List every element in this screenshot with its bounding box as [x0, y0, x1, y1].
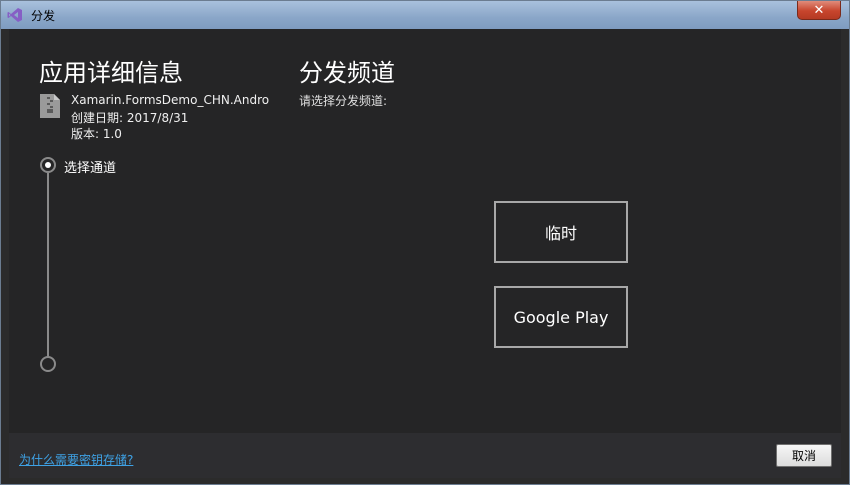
main-panel: 应用详细信息 Xamarin.FormsDemo_CHN.Android 创建日… [9, 29, 841, 433]
cancel-button[interactable]: 取消 [776, 444, 832, 467]
channel-prompt: 请选择分发频道: [299, 94, 388, 108]
google-play-channel-button[interactable]: Google Play [494, 286, 628, 348]
step-indicator-inactive [40, 356, 56, 372]
footer-bar: 为什么需要密钥存储? 取消 [9, 433, 841, 478]
keystore-help-link[interactable]: 为什么需要密钥存储? [19, 451, 133, 468]
app-package-name: Xamarin.FormsDemo_CHN.Android [71, 93, 269, 107]
step-connector-line [47, 173, 49, 357]
ad-hoc-channel-button[interactable]: 临时 [494, 201, 628, 263]
title-bar[interactable]: 分发 ✕ [1, 1, 849, 29]
window-title: 分发 [31, 9, 56, 23]
app-details-heading: 应用详细信息 [39, 59, 183, 87]
app-version: 版本: 1.0 [71, 127, 122, 141]
step-indicator-active [40, 157, 56, 173]
visual-studio-icon [7, 8, 22, 22]
channel-heading: 分发频道 [299, 59, 395, 87]
file-zip-icon [40, 94, 60, 118]
dialog-client: 应用详细信息 Xamarin.FormsDemo_CHN.Android 创建日… [9, 29, 841, 478]
distribute-window: 分发 ✕ 应用详细信息 Xamarin.FormsDemo_CHN.Androi… [0, 0, 850, 485]
close-button[interactable]: ✕ [797, 1, 841, 20]
app-created-date: 创建日期: 2017/8/31 [71, 111, 189, 125]
step-label-select-channel: 选择通道 [64, 161, 117, 176]
